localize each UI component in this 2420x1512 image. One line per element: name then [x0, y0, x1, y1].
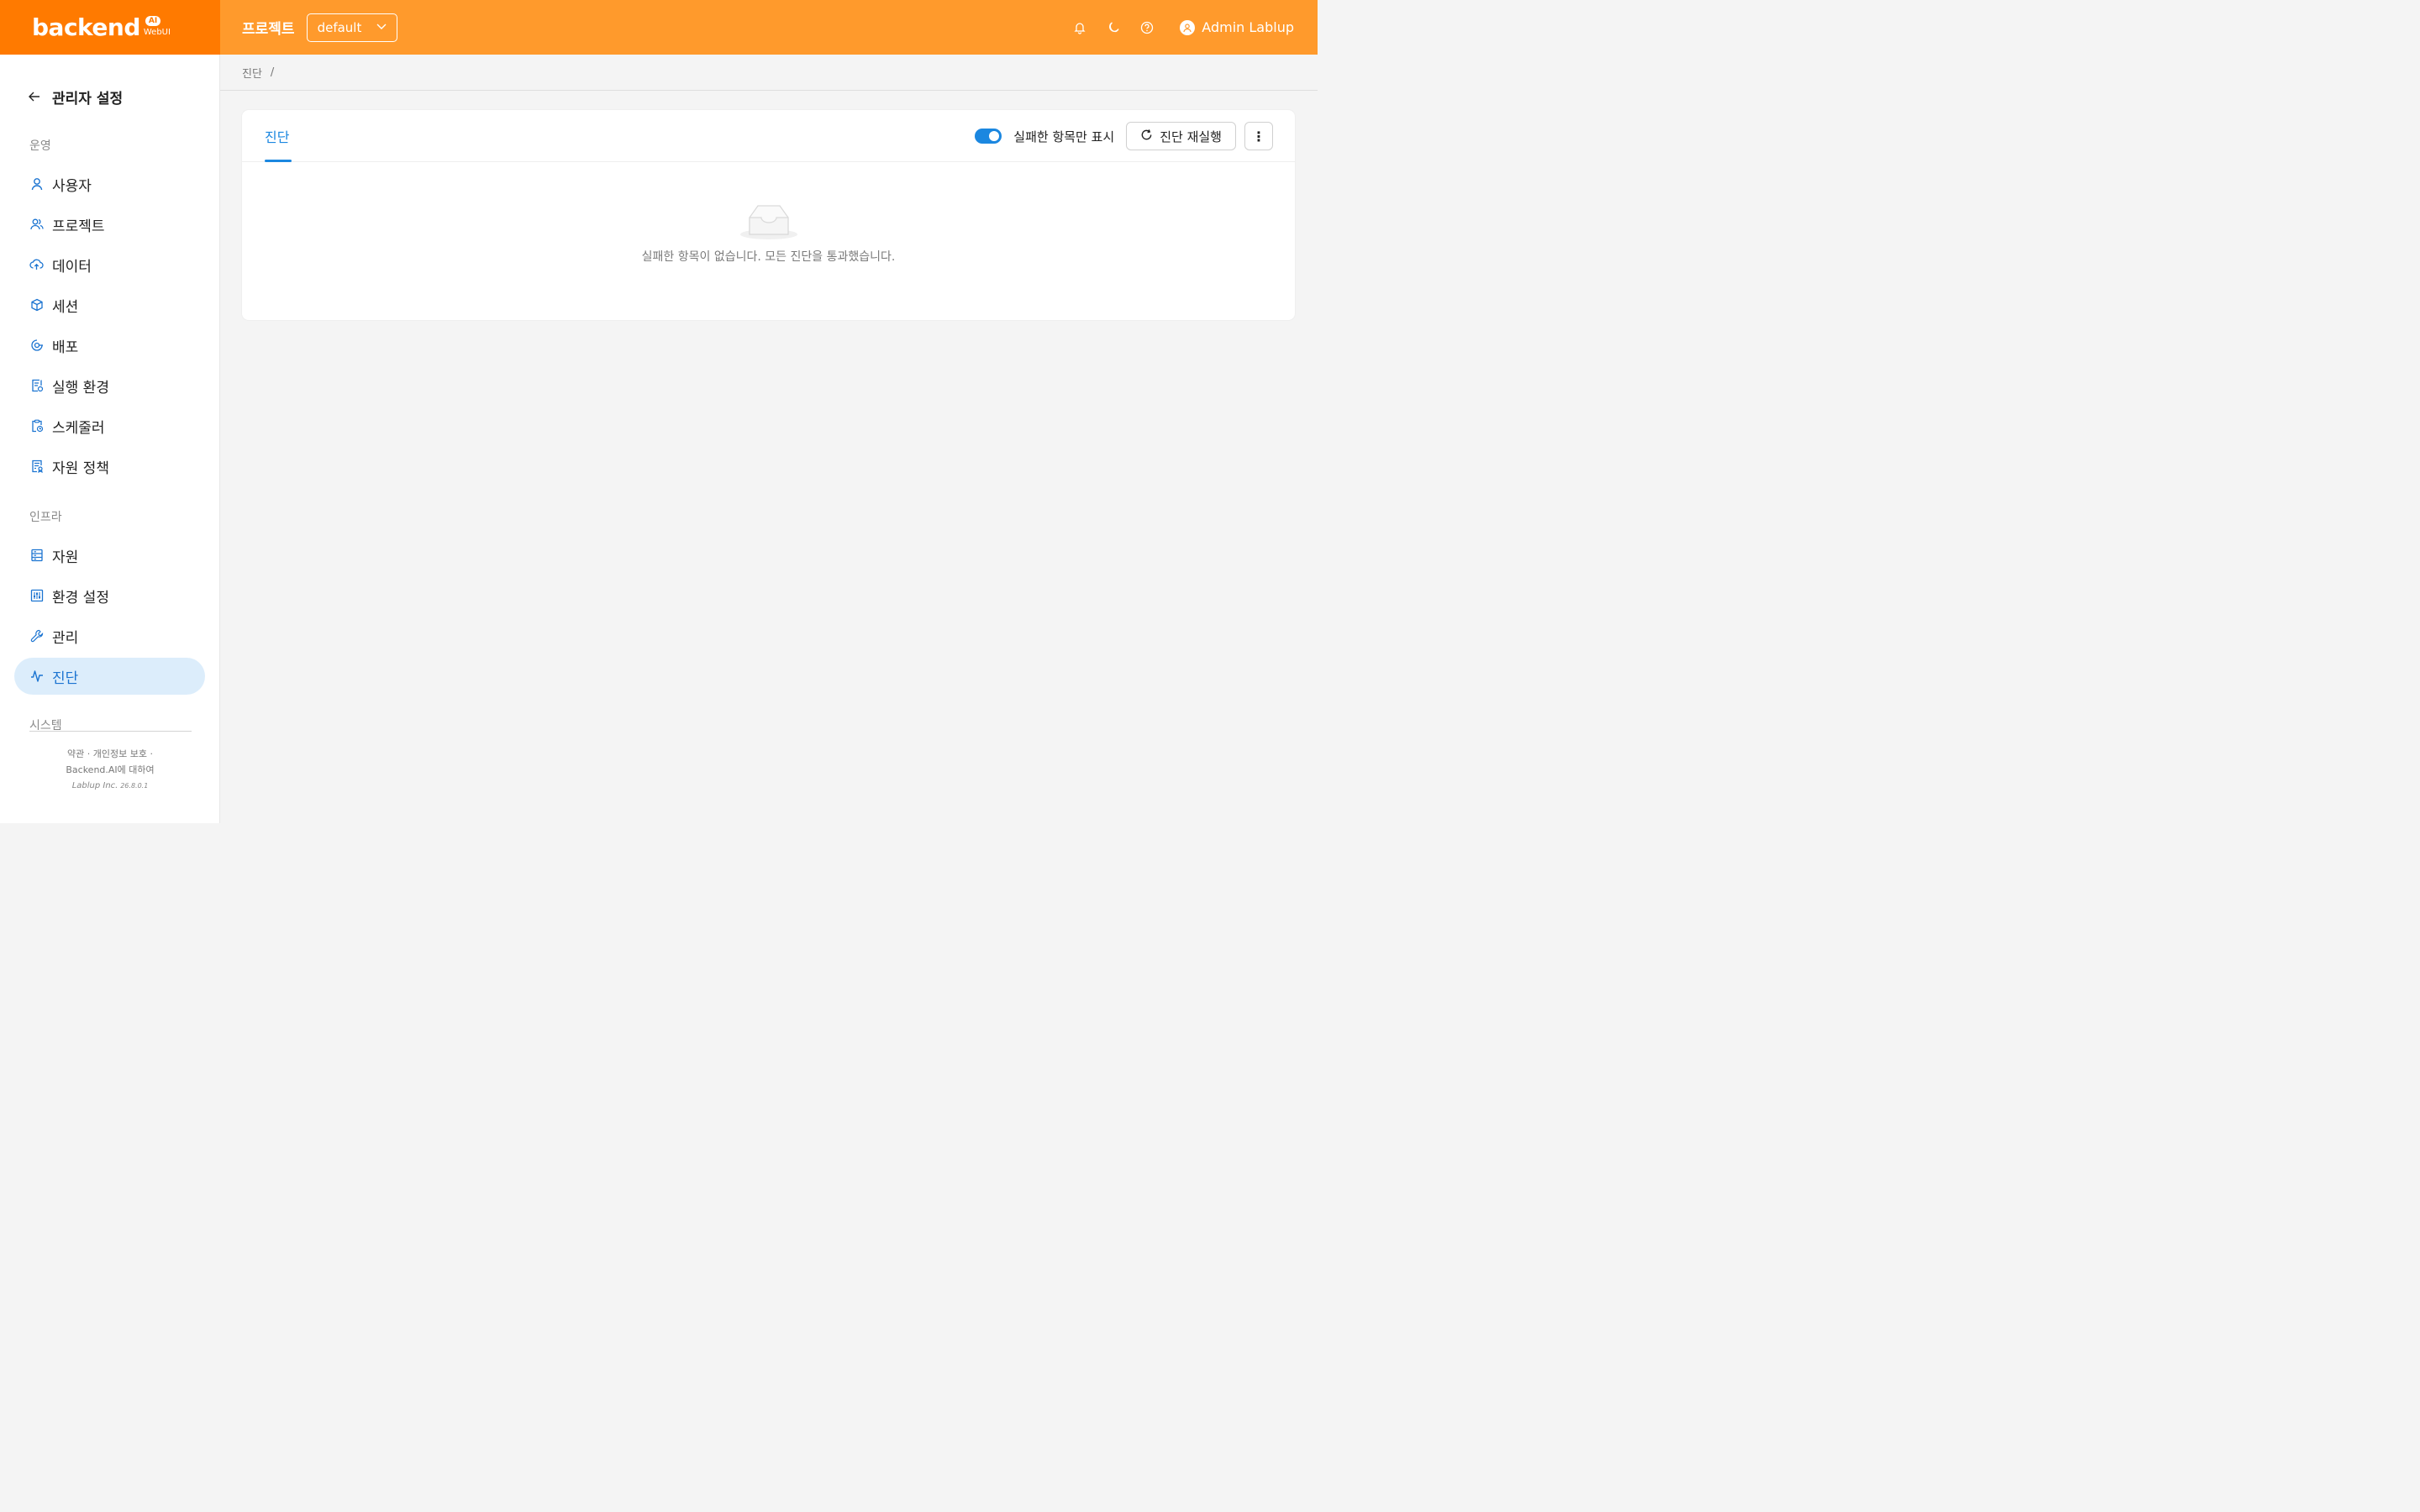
project-select-value: default [317, 19, 362, 35]
logo-text: backend [32, 13, 140, 41]
sidebar-item-deploy[interactable]: 배포 [14, 327, 205, 364]
project-select[interactable]: default [306, 13, 397, 42]
sidebar-item-label: 실행 환경 [52, 379, 109, 396]
sidebar-item-label: 자원 [52, 549, 79, 566]
sidebar-title: 관리자 설정 [52, 91, 124, 108]
footer-company: Lablup Inc. [71, 781, 118, 790]
sidebar-item-scheduler[interactable]: 스케줄러 [14, 407, 205, 444]
sidebar-item-label: 스케줄러 [52, 419, 105, 437]
tab-underline [265, 160, 292, 162]
topbar-actions: Admin Lablup [1072, 0, 1294, 55]
user-name: Admin Lablup [1202, 19, 1294, 35]
help-icon[interactable] [1139, 20, 1155, 35]
wrench-icon [29, 629, 44, 643]
rerun-label: 진단 재실행 [1160, 129, 1222, 144]
arrow-left-icon [29, 89, 40, 106]
tab-diagnostics[interactable]: 진단 [265, 110, 289, 162]
sidebar-item-label: 환경 설정 [52, 589, 109, 606]
empty-state: 실패한 항목이 없습니다. 모든 진단을 통과했습니다. [242, 202, 1295, 265]
users-icon [29, 218, 44, 232]
sidebar-item-label: 세션 [52, 298, 79, 316]
rerun-button[interactable]: 진단 재실행 [1126, 122, 1236, 150]
sidebar-item-label: 배포 [52, 339, 79, 356]
section-infra: 인프라 [29, 511, 62, 524]
breadcrumb-separator: / [270, 66, 275, 79]
deploy-icon [29, 339, 44, 353]
sidebar-item-label: 자원 정책 [52, 459, 109, 477]
card-header: 진단 실패한 항목만 표시 진단 재실행 ⋮ [242, 110, 1295, 162]
more-button[interactable]: ⋮ [1244, 122, 1273, 150]
sidebar-back[interactable]: 관리자 설정 [29, 87, 123, 108]
logo[interactable]: backend AI WebUI [0, 0, 220, 55]
empty-text: 실패한 항목이 없습니다. 모든 진단을 통과했습니다. [641, 250, 896, 264]
sidebar-item-label: 프로젝트 [52, 218, 105, 235]
sidebar-item-sessions[interactable]: 세션 [14, 286, 205, 323]
sidebar-item-label: 사용자 [52, 177, 92, 195]
footer-version: 26.8.0.1 [120, 782, 149, 790]
cloud-upload-icon [29, 258, 44, 272]
toggle-knob [989, 131, 1000, 141]
sidebar-item-label: 진단 [52, 669, 79, 687]
activity-icon [29, 669, 44, 684]
sidebar-item-label: 관리 [52, 629, 79, 647]
chevron-down-icon [376, 22, 387, 33]
footer-company-line: Lablup Inc. 26.8.0.1 [0, 778, 220, 795]
cube-icon [29, 298, 44, 312]
footer-about[interactable]: Backend.AI에 대하여 [0, 762, 220, 778]
breadcrumb: 진단 / [220, 55, 1318, 91]
logo-sub: AI WebUI [144, 15, 177, 40]
logo-webui: WebUI [143, 27, 171, 37]
user-menu[interactable]: Admin Lablup [1180, 19, 1294, 35]
diagnostics-card: 진단 실패한 항목만 표시 진단 재실행 ⋮ 실패한 항목이 없습니다. 모든 … [242, 110, 1295, 320]
section-system: 시스템 [29, 719, 62, 731]
inbox-icon [739, 202, 798, 241]
sidebar-item-data[interactable]: 데이터 [14, 246, 205, 283]
server-icon [29, 549, 44, 563]
sidebar-item-label: 데이터 [52, 258, 92, 276]
sidebar-item-projects[interactable]: 프로젝트 [14, 206, 205, 243]
logo-badge: AI [145, 15, 161, 26]
avatar-icon [1180, 19, 1196, 35]
more-icon: ⋮ [1252, 128, 1265, 144]
user-icon [29, 177, 44, 192]
section-operation: 운영 [29, 139, 51, 153]
failed-only-label: 실패한 항목만 표시 [1013, 129, 1115, 144]
sidebar-item-resource-policy[interactable]: 자원 정책 [14, 448, 205, 485]
file-settings-icon [29, 379, 44, 393]
project-label: 프로젝트 [242, 21, 295, 38]
app-root: backend AI WebUI 프로젝트 default Admin Labl… [0, 0, 1318, 823]
failed-only-toggle[interactable] [975, 129, 1002, 144]
sliders-icon [29, 589, 44, 603]
sidebar-item-diagnostics[interactable]: 진단 [14, 658, 205, 695]
sidebar-item-maintenance[interactable]: 관리 [14, 617, 205, 654]
reload-icon [1140, 129, 1153, 144]
breadcrumb-item[interactable]: 진단 [242, 65, 262, 81]
footer-terms[interactable]: 약관 · 개인정보 보호 · [0, 746, 220, 762]
moon-icon[interactable] [1106, 20, 1121, 35]
footer-links[interactable]: 약관 · 개인정보 보호 · Backend.AI에 대하여 Lablup In… [0, 746, 220, 795]
sidebar-divider [29, 731, 192, 732]
bell-icon[interactable] [1072, 20, 1087, 35]
sidebar-item-environments[interactable]: 실행 환경 [14, 367, 205, 404]
sidebar-item-settings[interactable]: 환경 설정 [14, 577, 205, 614]
topbar: 프로젝트 default Admin Lablup [220, 0, 1318, 55]
sidebar-item-users[interactable]: 사용자 [14, 165, 205, 202]
clipboard-clock-icon [29, 419, 44, 433]
sidebar: 관리자 설정 운영 사용자 프로젝트 데이터 세션 배포 실행 환경 스케줄러 … [0, 55, 220, 823]
sidebar-item-resources[interactable]: 자원 [14, 537, 205, 574]
policy-icon [29, 459, 44, 474]
card-actions: 실패한 항목만 표시 진단 재실행 ⋮ [975, 122, 1273, 150]
